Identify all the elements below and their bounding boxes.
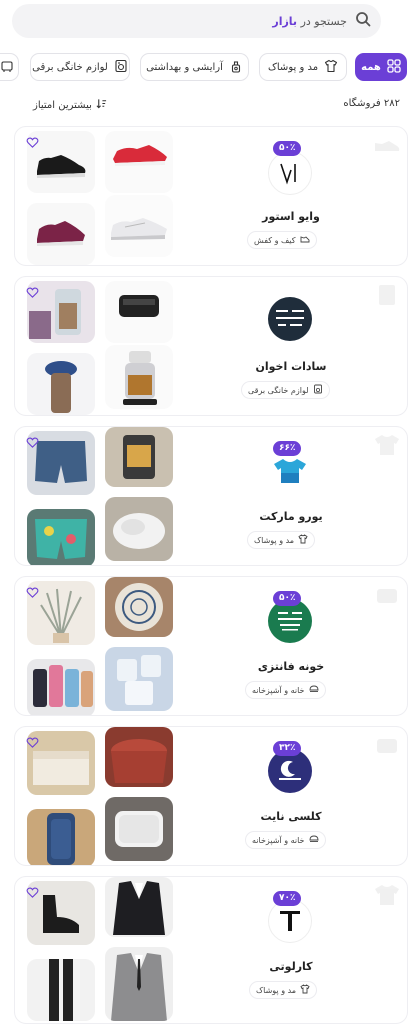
shop-category: کیف و کفش xyxy=(247,231,317,249)
shoe-icon xyxy=(300,234,310,246)
chip-fashion[interactable]: مد و پوشاک xyxy=(259,53,347,81)
cosmetics-icon xyxy=(229,59,243,76)
favorite-icon[interactable] xyxy=(25,285,39,299)
product-image[interactable] xyxy=(27,959,95,1021)
shop-category: مد و پوشاک xyxy=(247,531,316,549)
shop-card[interactable]: ۶۶٪ یورو مارکت مد و پوشاک xyxy=(14,426,408,566)
chip-label: مد و پوشاک xyxy=(267,61,319,73)
product-image[interactable] xyxy=(27,659,95,715)
shop-name[interactable]: کارلوتی xyxy=(211,960,371,973)
category-chips: همه مد و پوشاک آرایشی و بهداشتی لوازم خا… xyxy=(0,53,412,83)
shirt-icon xyxy=(298,534,308,546)
discount-badge: ۳۲٪ xyxy=(273,741,302,756)
product-image[interactable] xyxy=(105,797,173,861)
discount-badge: ۵۰٪ xyxy=(273,141,302,156)
shoe-icon xyxy=(373,133,401,161)
shirt-icon xyxy=(373,433,401,461)
product-image[interactable] xyxy=(105,345,173,409)
shop-name[interactable]: خونه فانتزی xyxy=(211,660,371,673)
chip-cosmetics[interactable]: آرایشی و بهداشتی xyxy=(140,53,249,81)
shop-name[interactable]: وایو استور xyxy=(211,210,371,223)
search-icon xyxy=(355,11,371,31)
product-image[interactable] xyxy=(105,727,173,787)
shirt-icon xyxy=(373,883,401,911)
shop-category: خانه و آشپزخانه xyxy=(245,681,326,699)
shop-card[interactable]: ۳۲٪ کلسی نایت خانه و آشپزخانه xyxy=(14,726,408,866)
favorite-icon[interactable] xyxy=(25,735,39,749)
chip-label: آرایشی و بهداشتی xyxy=(146,61,223,73)
kitchen-icon xyxy=(373,583,401,611)
shop-logo xyxy=(268,151,312,195)
product-image[interactable] xyxy=(105,947,173,1021)
chip-appliance[interactable]: لوازم خانگی برقی xyxy=(30,53,130,81)
product-image[interactable] xyxy=(105,577,173,637)
discount-badge: ۷۰٪ xyxy=(273,891,302,906)
shop-name[interactable]: یورو مارکت xyxy=(211,510,371,523)
sort-label: بیشترین امتیاز xyxy=(33,99,92,111)
shop-name[interactable]: کلسی نایت xyxy=(211,810,371,823)
favorite-icon[interactable] xyxy=(25,135,39,149)
shop-name[interactable]: سادات اخوان xyxy=(211,360,371,373)
product-image[interactable] xyxy=(105,497,173,561)
kitchen-icon xyxy=(309,834,319,846)
search-placeholder: جستجو در بازار xyxy=(272,14,347,28)
appliance-icon xyxy=(313,384,323,396)
sort-button[interactable]: بیشترین امتیاز xyxy=(33,98,107,112)
appliance-icon xyxy=(114,59,128,76)
product-image[interactable] xyxy=(105,877,173,937)
discount-badge: ۵۰٪ xyxy=(273,591,302,606)
product-image[interactable] xyxy=(105,427,173,487)
product-image[interactable] xyxy=(27,353,95,415)
product-image[interactable] xyxy=(27,509,95,565)
shop-logo xyxy=(268,297,312,341)
shop-category: خانه و آشپزخانه xyxy=(245,831,326,849)
shop-card[interactable]: ۵۰٪ وایو استور کیف و کفش xyxy=(14,126,408,266)
grid-icon xyxy=(387,58,401,76)
shop-card[interactable]: ۵۰٪ خونه فانتزی خانه و آشپزخانه xyxy=(14,576,408,716)
chip-more[interactable] xyxy=(0,53,19,81)
favorite-icon[interactable] xyxy=(25,435,39,449)
shop-card[interactable]: ۷۰٪ کارلوتی مد و پوشاک xyxy=(14,876,408,1024)
kitchen-icon xyxy=(309,684,319,696)
sort-icon xyxy=(96,98,107,112)
appliance-icon xyxy=(0,59,14,76)
shop-category: لوازم خانگی برقی xyxy=(241,381,330,399)
product-image[interactable] xyxy=(105,131,173,193)
chip-all[interactable]: همه xyxy=(355,53,407,81)
search-bar[interactable]: جستجو در بازار xyxy=(12,4,381,38)
product-image[interactable] xyxy=(105,281,173,343)
shop-count: ۲۸۲ فروشگاه xyxy=(343,98,400,109)
product-image[interactable] xyxy=(105,195,173,257)
kitchen-icon xyxy=(373,733,401,761)
shop-card[interactable]: سادات اخوان لوازم خانگی برقی xyxy=(14,276,408,416)
appliance-icon xyxy=(373,283,401,311)
shop-category: مد و پوشاک xyxy=(249,981,318,999)
product-image[interactable] xyxy=(27,203,95,265)
favorite-icon[interactable] xyxy=(25,885,39,899)
chip-label: لوازم خانگی برقی xyxy=(32,61,108,73)
product-image[interactable] xyxy=(105,647,173,711)
product-image[interactable] xyxy=(27,809,95,865)
favorite-icon[interactable] xyxy=(25,585,39,599)
chip-label: همه xyxy=(361,61,381,73)
shirt-icon xyxy=(324,59,338,76)
shirt-icon xyxy=(300,984,310,996)
discount-badge: ۶۶٪ xyxy=(273,441,302,456)
